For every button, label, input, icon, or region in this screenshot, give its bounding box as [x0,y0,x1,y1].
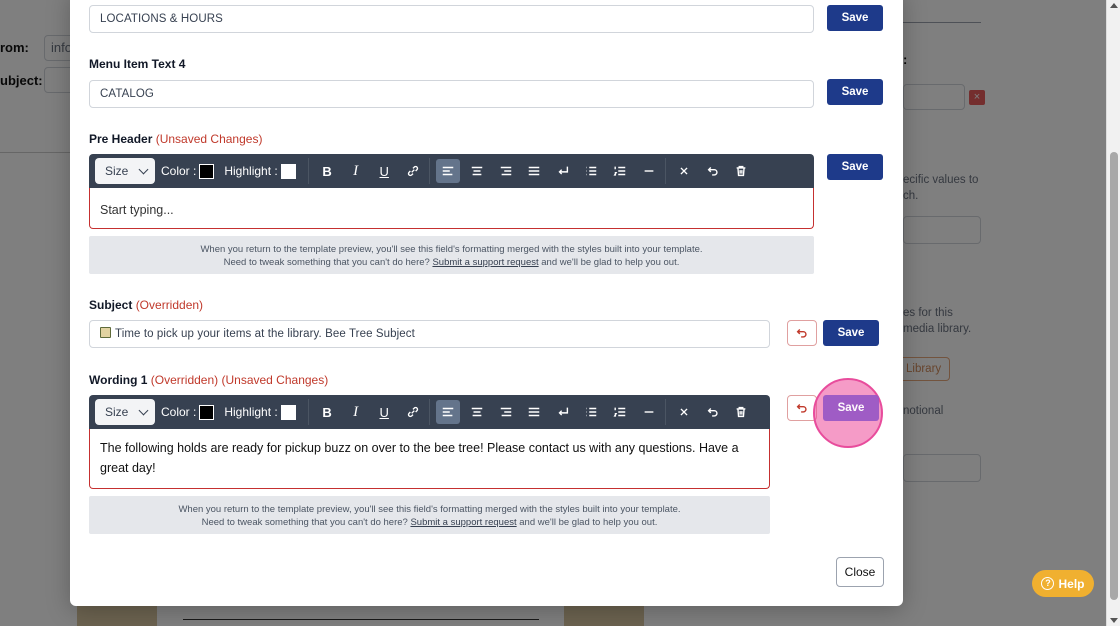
numbered-list-icon[interactable] [608,159,632,183]
underline-icon[interactable]: U [372,159,396,183]
numbered-list-icon[interactable] [608,400,632,424]
save-button-menu-item-text-4[interactable]: Save [827,79,883,105]
scrollbar-thumb[interactable] [1110,152,1118,600]
chevron-down-icon [138,164,149,175]
pre-header-editor[interactable]: Start typing... [89,188,814,229]
pre-header-toolbar: Size Color : Highlight : B I U [89,154,814,188]
undo-icon[interactable] [701,159,725,183]
clear-format-icon[interactable] [672,400,696,424]
align-left-icon[interactable] [436,400,461,424]
wording-1-status: (Overridden) (Unsaved Changes) [150,373,329,387]
notice-line-2: Need to tweak something that you can't d… [223,257,680,268]
toolbar-divider [429,399,431,425]
question-icon: ? [1041,577,1055,590]
clear-format-icon[interactable] [672,159,696,183]
formatting-notice: When you return to the template preview,… [89,496,770,534]
subject-input[interactable]: Time to pick up your items at the librar… [89,320,770,348]
undo-icon [796,329,807,338]
italic-icon[interactable]: I [344,400,368,424]
toolbar-divider [664,399,666,425]
help-button[interactable]: ? Help [1032,570,1094,597]
notice-line-1: When you return to the template preview,… [178,504,681,515]
text-color-swatch[interactable] [199,163,215,179]
undo-icon [796,404,807,413]
save-button-wording-1[interactable]: Save [823,395,879,421]
menu-item-text-4-label: Menu Item Text 4 [89,57,186,71]
toolbar-divider [307,158,309,184]
pre-header-status: (Unsaved Changes) [155,132,263,146]
save-button-locations-hours[interactable]: Save [827,5,883,31]
align-left-icon[interactable] [436,159,461,183]
subject-label: Subject (Overridden) [89,298,204,312]
horizontal-rule-icon[interactable] [637,159,661,183]
wording-1-toolbar: Size Color : Highlight : B I U [89,395,770,429]
link-icon[interactable] [401,159,425,183]
toolbar-divider [307,399,309,425]
undo-icon[interactable] [701,400,725,424]
bold-icon[interactable]: B [315,400,339,424]
page-scrollbar[interactable] [1106,0,1120,626]
save-button-subject[interactable]: Save [823,320,879,346]
support-request-link[interactable]: Submit a support request [432,257,538,268]
toolbar-divider [429,158,431,184]
locations-hours-input[interactable]: LOCATIONS & HOURS [89,5,814,33]
horizontal-rule-icon[interactable] [637,400,661,424]
notice-line-1: When you return to the template preview,… [200,244,703,255]
formatting-notice: When you return to the template preview,… [89,236,814,274]
close-button[interactable]: Close [836,557,884,587]
subject-value: Time to pick up your items at the librar… [115,328,415,340]
subject-status: (Overridden) [135,298,204,312]
toolbar-divider [664,158,666,184]
color-label: Color : [161,405,197,419]
align-center-icon[interactable] [465,159,489,183]
font-size-select[interactable]: Size [95,158,155,184]
bullet-list-icon[interactable] [579,159,603,183]
edit-content-modal: LOCATIONS & HOURS Save Menu Item Text 4 … [70,0,903,606]
save-button-pre-header[interactable]: Save [827,154,883,180]
scroll-up-icon[interactable] [1110,3,1118,8]
font-size-select[interactable]: Size [95,399,155,425]
line-break-icon[interactable] [551,400,575,424]
ledger-icon [100,327,111,338]
align-center-icon[interactable] [465,400,489,424]
scroll-down-icon[interactable] [1110,618,1118,623]
highlight-color-swatch[interactable] [280,404,296,420]
highlight-label: Highlight : [224,405,278,419]
support-request-link[interactable]: Submit a support request [410,517,516,528]
highlight-color-swatch[interactable] [280,163,296,179]
trash-icon[interactable] [729,400,753,424]
italic-icon[interactable]: I [344,159,368,183]
bullet-list-icon[interactable] [579,400,603,424]
text-color-swatch[interactable] [199,404,215,420]
help-label: Help [1058,576,1085,591]
highlight-label: Highlight : [224,164,278,178]
align-right-icon[interactable] [494,159,518,183]
trash-icon[interactable] [729,159,753,183]
wording-1-editor[interactable]: The following holds are ready for pickup… [89,429,770,489]
underline-icon[interactable]: U [372,400,396,424]
notice-line-2: Need to tweak something that you can't d… [201,517,658,528]
menu-item-text-4-input[interactable]: CATALOG [89,80,814,108]
align-justify-icon[interactable] [522,159,546,183]
align-right-icon[interactable] [494,400,518,424]
pre-header-label: Pre Header (Unsaved Changes) [89,132,263,146]
revert-subject-button[interactable] [787,320,817,346]
bold-icon[interactable]: B [315,159,339,183]
color-label: Color : [161,164,197,178]
chevron-down-icon [138,405,149,416]
align-justify-icon[interactable] [522,400,546,424]
link-icon[interactable] [401,400,425,424]
wording-1-label: Wording 1 (Overridden) (Unsaved Changes) [89,373,329,387]
line-break-icon[interactable] [551,159,575,183]
